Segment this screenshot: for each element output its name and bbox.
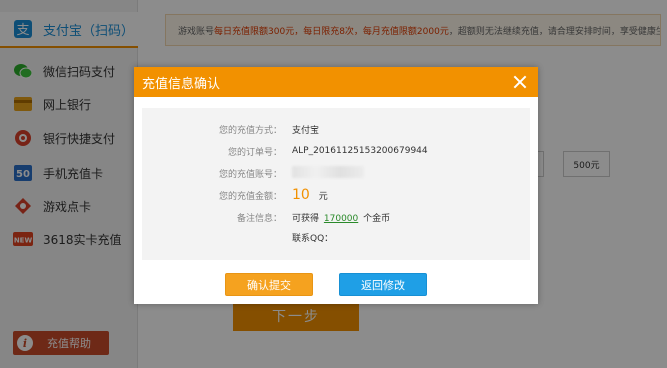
amount-row: 您的充值金额： 10 元 xyxy=(142,186,530,204)
order-row: 您的订单号： ALP_20161125153200679944 xyxy=(142,142,530,160)
note-row: 备注信息： 可获得 170000 个金币 xyxy=(142,208,530,226)
order-value: ALP_20161125153200679944 xyxy=(292,146,428,156)
qq-row: 联系QQ： xyxy=(142,228,530,246)
dialog-title: 充值信息确认 xyxy=(142,76,221,92)
dialog-header: 充值信息确认 xyxy=(134,67,538,97)
note-suffix: 个金币 xyxy=(363,213,391,224)
close-icon[interactable] xyxy=(511,73,529,91)
order-label: 您的订单号： xyxy=(227,147,282,158)
account-label: 您的充值账号： xyxy=(218,169,282,180)
amount-unit: 元 xyxy=(318,192,328,202)
contact-qq-label: 联系QQ： xyxy=(292,233,334,244)
account-row: 您的充值账号： xyxy=(142,164,530,182)
method-label: 您的充值方式： xyxy=(218,125,282,136)
note-label: 备注信息： xyxy=(236,213,282,224)
amount-value: 10 xyxy=(292,187,310,203)
masked-account-value xyxy=(292,165,364,178)
gold-amount-link[interactable]: 170000 xyxy=(324,214,358,224)
recharge-info-panel: 您的充值方式： 支付宝 您的订单号： ALP_20161125153200679… xyxy=(142,108,530,260)
recharge-confirm-dialog: 充值信息确认 您的充值方式： 支付宝 您的订单号： ALP_2016112515… xyxy=(134,67,538,304)
back-to-edit-button[interactable]: 返回修改 xyxy=(339,273,427,296)
note-prefix: 可获得 xyxy=(292,213,320,224)
amount-label: 您的充值金额： xyxy=(218,191,282,202)
confirm-submit-button[interactable]: 确认提交 xyxy=(225,273,313,296)
method-row: 您的充值方式： 支付宝 xyxy=(142,120,530,138)
method-value: 支付宝 xyxy=(292,125,320,136)
